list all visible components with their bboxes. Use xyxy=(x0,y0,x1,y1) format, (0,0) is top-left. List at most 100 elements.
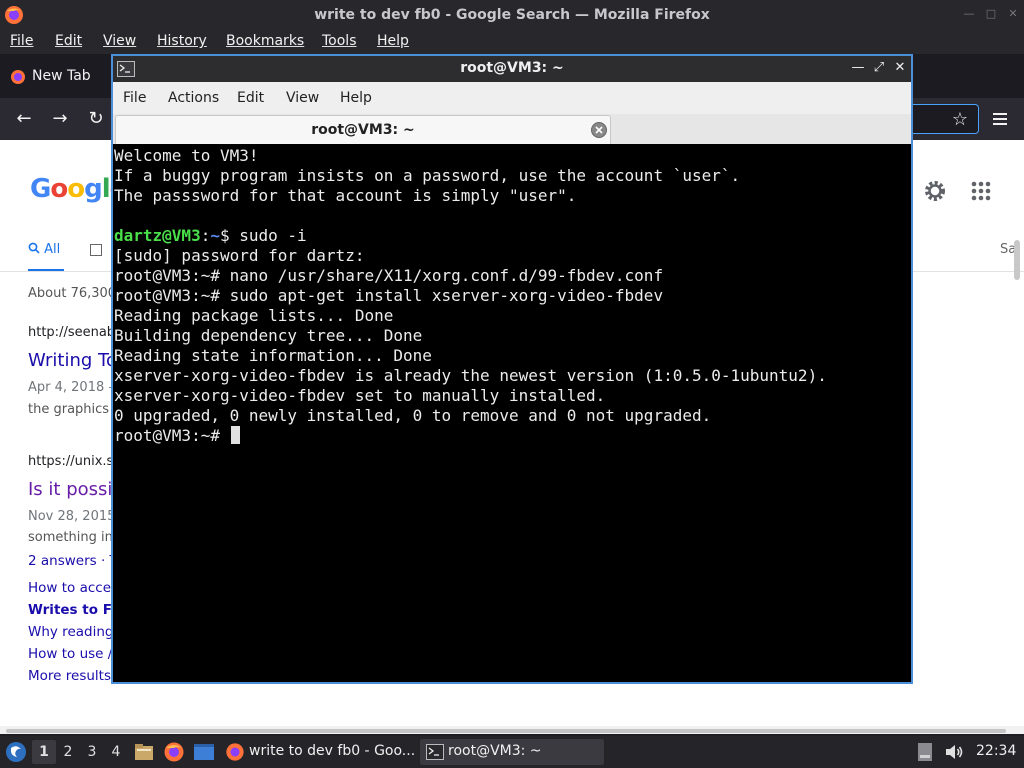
logo-letter: o xyxy=(67,174,85,204)
terminal-line: dartz@VM3:~$ sudo -i xyxy=(114,226,910,246)
logo-letter: g xyxy=(84,174,103,204)
result-date: Nov 28, 2015 xyxy=(28,509,116,524)
terminal-prompt-line[interactable]: root@VM3:~# xyxy=(114,426,910,446)
result-url[interactable]: https://unix.st xyxy=(28,454,118,469)
task-firefox-label: write to dev fb0 - Goo... xyxy=(249,743,416,759)
prompt-command: $ sudo -i xyxy=(219,226,307,245)
result-title-link[interactable]: Writing To xyxy=(28,350,117,371)
terminal-menubar: File Actions Edit View Help xyxy=(113,82,911,114)
start-menu-icon[interactable] xyxy=(4,740,28,764)
terminal-line: xserver-xorg-video-fbdev is already the … xyxy=(114,366,827,385)
clock[interactable]: 22:34 xyxy=(976,743,1016,759)
logo-letter: l xyxy=(101,174,111,204)
firefox-window-title: write to dev fb0 - Google Search — Mozil… xyxy=(314,7,710,23)
close-tab-icon[interactable] xyxy=(590,121,608,139)
star-icon[interactable]: ☆ xyxy=(948,108,972,132)
menu-view[interactable]: View xyxy=(103,33,136,49)
terminal-output[interactable]: Welcome to VM3! If a buggy program insis… xyxy=(114,145,910,682)
terminal-window-title: root@VM3: ~ xyxy=(460,60,564,76)
result-url[interactable]: http://seenab xyxy=(28,325,115,340)
taskbar: 1 2 3 4 write to dev fb0 - Goo... root@V… xyxy=(0,736,1024,768)
menu-edit[interactable]: Edit xyxy=(237,90,264,106)
firefox-icon[interactable] xyxy=(163,741,185,763)
results-count: About 76,300 xyxy=(28,286,117,301)
workspace-3[interactable]: 3 xyxy=(80,740,104,764)
menu-help[interactable]: Help xyxy=(377,33,409,49)
minimize-icon[interactable]: — xyxy=(849,59,867,77)
terminal-line: Building dependency tree... Done xyxy=(114,326,423,345)
close-icon[interactable]: ✕ xyxy=(1006,7,1020,21)
arrow-left-icon[interactable]: ← xyxy=(12,107,36,131)
terminal-line: Reading package lists... Done xyxy=(114,306,394,325)
desktop: write to dev fb0 - Google Search — Mozil… xyxy=(0,0,1024,768)
prompt-path: ~ xyxy=(210,226,220,245)
apps-grid-icon[interactable] xyxy=(970,180,992,202)
firefox-icon xyxy=(226,743,244,761)
workspace-2[interactable]: 2 xyxy=(56,740,80,764)
firefox-menubar: File Edit View History Bookmarks Tools H… xyxy=(0,30,1024,54)
terminal-titlebar[interactable]: root@VM3: ~ — ⤢ ✕ xyxy=(113,56,911,82)
menu-actions[interactable]: Actions xyxy=(168,90,219,106)
tab-label: New Tab xyxy=(32,68,91,84)
terminal-line: Reading state information... Done xyxy=(114,346,432,365)
terminal-line: [sudo] password for dartz: xyxy=(114,246,365,265)
horizontal-scrollbar-thumb[interactable] xyxy=(6,729,1006,733)
menu-history[interactable]: History xyxy=(157,33,207,49)
menu-file[interactable]: File xyxy=(123,90,146,106)
prompt-user: dartz@VM3 xyxy=(114,226,201,245)
menu-help[interactable]: Help xyxy=(340,90,372,106)
menu-view[interactable]: View xyxy=(286,90,319,106)
terminal-cursor xyxy=(230,426,240,444)
task-terminal[interactable]: root@VM3: ~ xyxy=(420,739,604,765)
terminal-tab[interactable]: root@VM3: ~ xyxy=(115,115,611,144)
logo-letter: G xyxy=(30,174,51,204)
gear-icon[interactable] xyxy=(922,178,948,204)
terminal-line: Welcome to VM3! xyxy=(114,146,259,165)
minimize-icon[interactable]: — xyxy=(962,7,976,21)
page-scrollbar[interactable] xyxy=(1014,240,1020,280)
menu-bookmarks[interactable]: Bookmarks xyxy=(226,33,304,49)
result-date: Apr 4, 2018 – xyxy=(28,380,115,395)
terminal-tabbar: root@VM3: ~ xyxy=(113,114,911,144)
maximize-icon[interactable]: □ xyxy=(984,7,998,21)
tab-all-label: All xyxy=(44,242,61,257)
menu-file[interactable]: File xyxy=(10,33,33,49)
reload-icon[interactable]: ↻ xyxy=(84,107,108,131)
terminal-icon xyxy=(426,744,444,760)
related-link[interactable]: How to acces xyxy=(28,580,118,596)
terminal-line-empty xyxy=(114,206,910,226)
terminal-tab-label: root@VM3: ~ xyxy=(311,122,415,138)
terminal-line: 0 upgraded, 0 newly installed, 0 to remo… xyxy=(114,406,712,425)
result-snippet: something int xyxy=(28,530,118,545)
tab-new-tab[interactable]: New Tab xyxy=(0,60,112,94)
terminal-line: root@VM3:~# nano /usr/share/X11/xorg.con… xyxy=(114,266,664,285)
related-link[interactable]: How to use /d xyxy=(28,646,121,662)
menu-edit[interactable]: Edit xyxy=(55,33,82,49)
workspace-4[interactable]: 4 xyxy=(104,740,128,764)
keyboard-icon[interactable] xyxy=(914,741,936,763)
tab-all[interactable]: All xyxy=(28,242,60,257)
show-desktop-icon[interactable] xyxy=(193,741,215,763)
related-link[interactable]: Why reading xyxy=(28,624,113,640)
hamburger-icon[interactable] xyxy=(988,107,1012,131)
menu-tools[interactable]: Tools xyxy=(322,33,357,49)
answers-count-link[interactable]: 2 answers · T xyxy=(28,553,118,569)
more-results-link[interactable]: More results xyxy=(28,668,111,684)
terminal-window: root@VM3: ~ — ⤢ ✕ File Actions Edit View… xyxy=(111,54,913,684)
arrow-right-icon[interactable]: → xyxy=(48,107,72,131)
terminal-line: root@VM3:~# sudo apt-get install xserver… xyxy=(114,286,664,305)
news-icon[interactable] xyxy=(90,244,102,256)
result-snippet: the graphics c xyxy=(28,402,121,417)
terminal-line: If a buggy program insists on a password… xyxy=(114,166,741,185)
restore-icon[interactable]: ⤢ xyxy=(870,59,888,77)
task-firefox[interactable]: write to dev fb0 - Goo... xyxy=(222,739,418,765)
result-title-link[interactable]: Is it possi xyxy=(28,479,112,500)
prompt-colon: : xyxy=(200,226,211,245)
workspace-1[interactable]: 1 xyxy=(32,740,56,764)
file-manager-icon[interactable] xyxy=(133,741,155,763)
firefox-titlebar[interactable]: write to dev fb0 - Google Search — Mozil… xyxy=(0,0,1024,30)
search-icon xyxy=(28,242,40,254)
firefox-tab-icon xyxy=(11,70,25,84)
close-icon[interactable]: ✕ xyxy=(891,59,909,77)
volume-icon[interactable] xyxy=(943,741,965,763)
